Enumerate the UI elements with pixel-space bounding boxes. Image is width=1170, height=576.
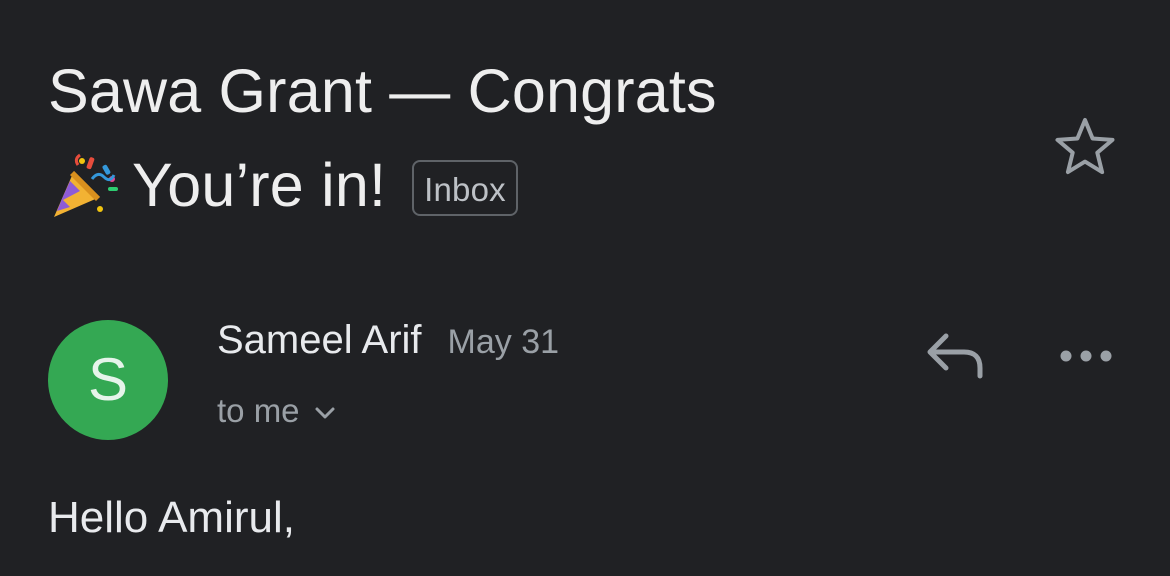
reply-icon <box>927 333 983 379</box>
reply-button[interactable] <box>922 326 988 386</box>
label-chip-inbox[interactable]: Inbox <box>412 160 518 216</box>
more-horizontal-icon <box>1060 350 1112 362</box>
sender-avatar[interactable]: S <box>48 320 168 440</box>
recipients-label: to me <box>217 392 300 429</box>
party-popper-icon <box>48 151 120 223</box>
chevron-down-icon <box>315 407 335 419</box>
star-button[interactable] <box>1052 114 1118 180</box>
star-outline-icon <box>1055 118 1115 175</box>
email-date: May 31 <box>447 323 560 361</box>
more-options-button[interactable] <box>1056 336 1116 376</box>
email-body-greeting: Hello Amirul, <box>48 493 295 542</box>
sender-name[interactable]: Sameel Arif <box>217 318 422 363</box>
email-subject: Sawa Grant — Congrats You’re in! Inbox <box>48 44 948 232</box>
recipients-toggle[interactable]: to me <box>217 392 338 430</box>
email-view: Sawa Grant — Congrats You’re in! Inbox S… <box>0 0 1170 576</box>
subject-line-2: You’re in! <box>132 151 387 219</box>
sender-header: Sameel Arif May 31 <box>217 318 559 374</box>
subject-line-2-row: You’re in! Inbox <box>48 138 948 232</box>
subject-line-1: Sawa Grant — Congrats <box>48 57 717 125</box>
